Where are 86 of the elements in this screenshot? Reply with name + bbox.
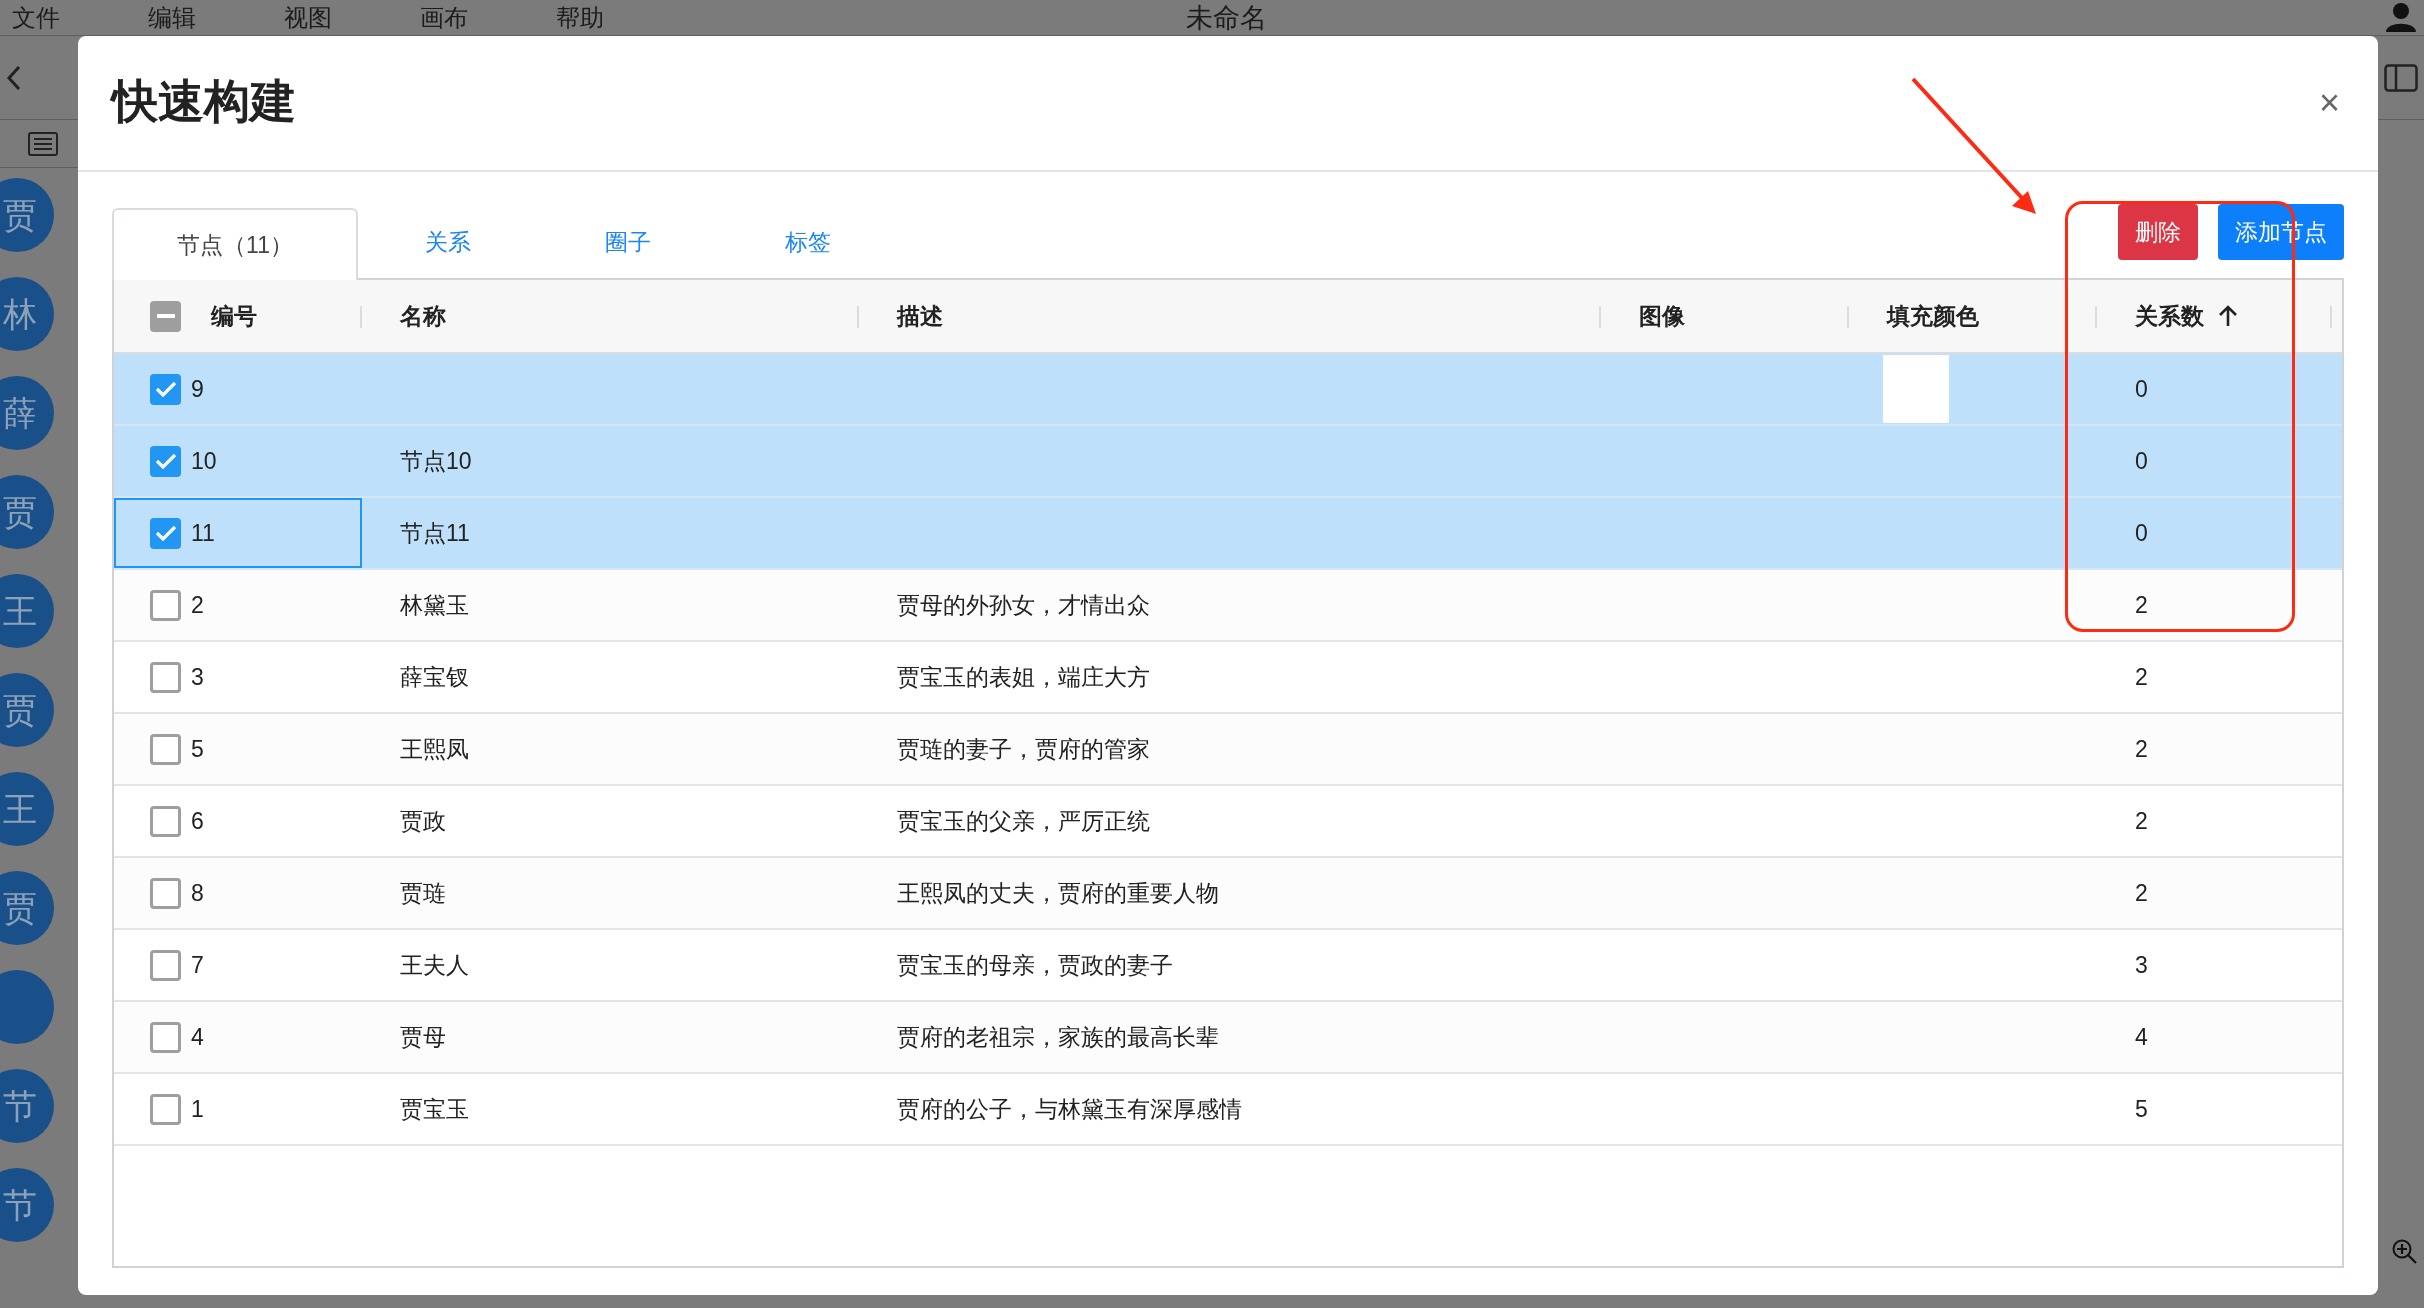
table-cell-text: 贾政: [400, 806, 446, 836]
table-cell-text: 贾宝玉的表姐，端庄大方: [897, 662, 1150, 692]
table-cell-text: 节点10: [400, 446, 472, 476]
table-cell-text: 贾琏: [400, 878, 446, 908]
table-cell-text: 节点11: [400, 518, 470, 548]
column-header[interactable]: 关系数: [2135, 298, 2204, 334]
column-header[interactable]: 填充颜色: [1887, 298, 1979, 334]
table-cell-text: 5: [191, 734, 204, 764]
tab[interactable]: 圈子: [538, 206, 718, 278]
focused-cell[interactable]: 11: [114, 498, 362, 568]
table-cell-text: 林黛玉: [400, 590, 469, 620]
table-cell-text: 8: [191, 878, 204, 908]
column-header[interactable]: 描述: [897, 298, 943, 334]
checkbox[interactable]: [150, 805, 181, 837]
menu-item[interactable]: 帮助: [544, 0, 616, 36]
window-title: 未命名: [1186, 2, 1267, 35]
checkbox[interactable]: [150, 1093, 181, 1125]
checkbox[interactable]: [150, 300, 181, 332]
tab[interactable]: 标签: [718, 206, 898, 278]
menu-item[interactable]: 文件: [0, 0, 72, 36]
table-cell-text: 4: [191, 1022, 204, 1052]
zoom-in-icon[interactable]: [2392, 1239, 2418, 1265]
table-cell-text: 2: [2135, 734, 2148, 764]
table-cell-text: 3: [2135, 950, 2148, 980]
color-swatch[interactable]: [1883, 355, 1949, 423]
tab[interactable]: 关系: [358, 206, 538, 278]
tab[interactable]: 节点（11）: [112, 208, 358, 280]
table-cell-text: 薛宝钗: [400, 662, 469, 692]
list-icon[interactable]: [28, 131, 58, 156]
dialog-title: 快速构建: [112, 73, 296, 129]
menu-item[interactable]: 画布: [408, 0, 480, 36]
table-cell-text: 0: [2135, 518, 2148, 548]
table-cell-text: 贾宝玉: [400, 1094, 469, 1124]
table-cell-text: 王熙凤: [400, 734, 469, 764]
table-cell-text: 10: [191, 446, 217, 476]
checkbox[interactable]: [150, 373, 181, 405]
close-button[interactable]: ×: [2318, 85, 2340, 121]
table-cell-text: 贾琏的妻子，贾府的管家: [897, 734, 1150, 764]
checkmark-icon: [154, 524, 177, 542]
table-cell-text: 贾母: [400, 1022, 446, 1052]
table-cell-text: 6: [191, 806, 204, 836]
table-row[interactable]: 11 节点11 0: [114, 498, 2342, 570]
checkbox[interactable]: [150, 517, 181, 549]
menu-item[interactable]: 视图: [272, 0, 344, 36]
table-cell-text: 1: [191, 1094, 204, 1124]
checkbox[interactable]: [150, 877, 181, 909]
table-cell-text: 2: [191, 590, 204, 620]
table-cell-text: 9: [191, 374, 204, 404]
checkmark-icon: [154, 452, 177, 470]
menu-item[interactable]: 编辑: [136, 0, 208, 36]
table-cell-text: 3: [191, 662, 204, 692]
checkbox[interactable]: [150, 589, 181, 621]
table-cell-text: 5: [2135, 1094, 2148, 1124]
table-cell-text: 4: [2135, 1022, 2148, 1052]
panel-toggle-icon[interactable]: [2384, 63, 2418, 92]
checkbox[interactable]: [150, 661, 181, 693]
minus-icon: [156, 314, 175, 318]
column-header[interactable]: 编号: [211, 298, 257, 334]
sort-arrow-icon[interactable]: [2218, 305, 2238, 327]
table-cell-text: 2: [2135, 662, 2148, 692]
checkbox[interactable]: [150, 1021, 181, 1053]
table-cell-text: 贾府的公子，与林黛玉有深厚感情: [897, 1094, 1242, 1124]
table-cell-text: 贾宝玉的父亲，严厉正统: [897, 806, 1150, 836]
table-row[interactable]: 9 0: [114, 354, 2342, 426]
table-cell-text: 王夫人: [400, 950, 469, 980]
checkbox[interactable]: [150, 733, 181, 765]
table-row[interactable]: 10 节点10 0: [114, 426, 2342, 498]
table-cell-text: 11: [191, 518, 215, 548]
table-cell-text: 0: [2135, 446, 2148, 476]
table-cell-text: 2: [2135, 806, 2148, 836]
table-cell-text: 贾母的外孙女，才情出众: [897, 590, 1150, 620]
table-cell-text: 2: [2135, 878, 2148, 908]
checkmark-icon: [154, 380, 177, 398]
table-cell-text: 2: [2135, 590, 2148, 620]
table-cell-text: 0: [2135, 374, 2148, 404]
column-header[interactable]: 图像: [1639, 298, 1685, 334]
delete-button[interactable]: 删除: [2118, 204, 2198, 260]
table-cell-text: 贾府的老祖宗，家族的最高长辈: [897, 1022, 1219, 1052]
back-chevron-icon[interactable]: [6, 64, 22, 91]
user-icon[interactable]: [2384, 2, 2418, 32]
table-cell-text: 贾宝玉的母亲，贾政的妻子: [897, 950, 1173, 980]
column-header[interactable]: 名称: [400, 298, 446, 334]
checkbox[interactable]: [150, 445, 181, 477]
table-cell-text: 王熙凤的丈夫，贾府的重要人物: [897, 878, 1219, 908]
table-cell-text: 7: [191, 950, 204, 980]
checkbox[interactable]: [150, 949, 181, 981]
